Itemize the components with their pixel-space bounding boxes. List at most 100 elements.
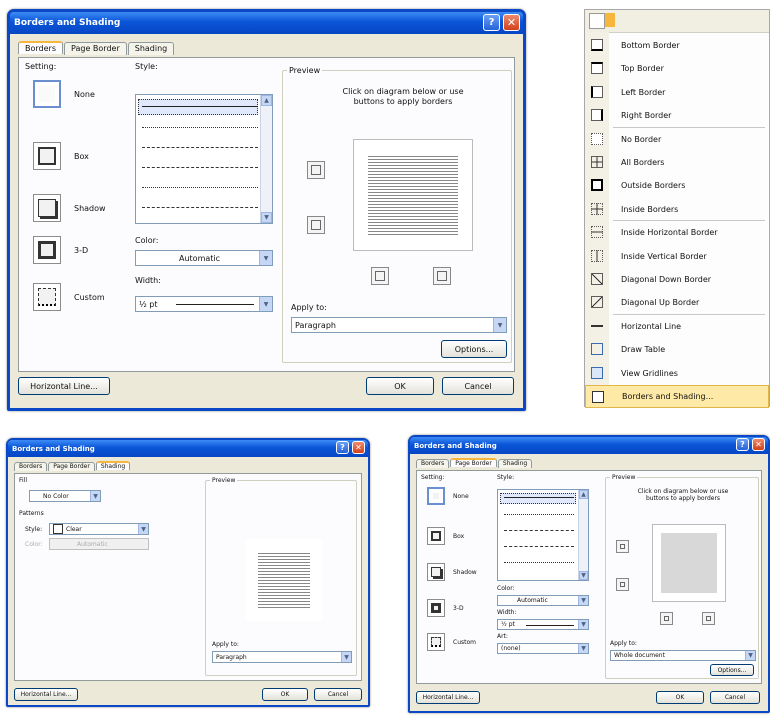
chevron-down-icon[interactable]: ▼ [493,318,506,332]
chevron-down-icon[interactable]: ▼ [578,596,588,605]
style-line-dash-small[interactable] [504,546,574,547]
style-line-solid[interactable] [142,106,258,107]
style-line-dotted[interactable] [142,127,258,128]
apply-to-select[interactable]: Whole document ▼ [610,650,756,661]
tab-borders[interactable]: Borders [14,462,48,471]
right-border-toggle[interactable] [433,267,451,285]
menu-item-top-border[interactable]: Top Border [585,57,769,80]
setting-box[interactable] [33,142,61,170]
menu-item-borders-and-shading[interactable]: Borders and Shading... [585,385,769,408]
options-button[interactable]: Options... [710,664,754,676]
horizontal-line-button[interactable]: Horizontal Line... [416,691,480,704]
chevron-down-icon[interactable]: ▼ [259,297,272,311]
horizontal-line-button[interactable]: Horizontal Line... [14,688,78,701]
tab-borders[interactable]: Borders [18,41,63,54]
setting-shadow[interactable] [427,563,445,581]
left-border-toggle[interactable] [371,267,389,285]
fill-select[interactable]: No Color ▼ [29,490,101,502]
menu-item-left-border[interactable]: Left Border [585,81,769,104]
setting-3d[interactable] [427,599,445,617]
top-border-toggle[interactable] [616,540,629,553]
chevron-down-icon[interactable]: ▼ [745,651,755,660]
menu-item-bottom-border[interactable]: Bottom Border [585,34,769,57]
menu-item-right-border[interactable]: Right Border [585,104,769,127]
bottom-border-toggle[interactable] [307,216,325,234]
chevron-down-icon[interactable]: ▼ [341,652,351,662]
help-button[interactable]: ? [483,14,500,31]
menu-item-view-gridlines[interactable]: View Gridlines [585,362,769,385]
tab-page-border[interactable]: Page Border [450,458,497,467]
width-select[interactable]: ½ pt ▼ [497,619,589,630]
tab-shading[interactable]: Shading [497,459,533,468]
menu-item-inside-vertical-border[interactable]: Inside Vertical Border [585,245,769,268]
preview-diagram[interactable] [353,139,473,251]
art-select[interactable]: (none) ▼ [497,643,589,654]
preview-diagram[interactable] [652,524,726,602]
tab-borders[interactable]: Borders [416,459,450,468]
setting-box[interactable] [427,527,445,545]
style-line-dash-dot-dot[interactable] [142,207,258,208]
style-line-dashed[interactable] [504,530,574,531]
style-line-dashed[interactable] [142,147,258,148]
menu-item-no-border[interactable]: No Border [585,128,769,151]
style-line-dash-small[interactable] [142,167,258,168]
style-line-solid[interactable] [504,497,574,498]
chevron-down-icon[interactable]: ▼ [90,491,100,501]
menu-item-diagonal-down-border[interactable]: Diagonal Down Border [585,268,769,291]
tab-shading[interactable]: Shading [95,461,131,470]
menu-item-draw-table[interactable]: Draw Table [585,338,769,361]
tab-page-border[interactable]: Page Border [64,42,127,55]
dropdown-arrow-icon[interactable] [605,13,615,27]
help-button[interactable]: ? [336,441,349,454]
close-button[interactable]: ✕ [752,438,765,451]
color-select[interactable]: Automatic ▼ [497,595,589,606]
setting-shadow[interactable] [33,194,61,222]
close-button[interactable]: ✕ [352,441,365,454]
tab-page-border[interactable]: Page Border [48,462,95,471]
style-selected-item[interactable] [138,99,258,115]
pattern-color-select[interactable]: Automatic [49,538,149,550]
scroll-down-icon[interactable]: ▼ [579,571,588,580]
apply-to-select[interactable]: Paragraph ▼ [291,317,507,333]
scroll-up-icon[interactable]: ▲ [261,95,272,106]
style-line-dotted[interactable] [504,514,574,515]
style-line-dash-dot[interactable] [504,562,574,563]
ok-button[interactable]: OK [366,377,434,395]
horizontal-line-button[interactable]: Horizontal Line... [18,377,110,395]
setting-none[interactable] [33,80,61,108]
scroll-up-icon[interactable]: ▲ [579,490,588,499]
menu-item-all-borders[interactable]: All Borders [585,151,769,174]
border-button-icon[interactable] [589,13,605,29]
chevron-down-icon[interactable]: ▼ [259,251,272,265]
bottom-border-toggle[interactable] [616,578,629,591]
cancel-button[interactable]: Cancel [314,688,362,701]
menu-item-horizontal-line[interactable]: Horizontal Line [585,315,769,338]
close-button[interactable]: ✕ [503,14,520,31]
style-selected-item[interactable] [500,493,576,504]
menu-item-diagonal-up-border[interactable]: Diagonal Up Border [585,291,769,314]
top-border-toggle[interactable] [307,161,325,179]
tab-shading[interactable]: Shading [127,42,175,55]
setting-none[interactable] [427,487,445,505]
left-border-toggle[interactable] [660,612,673,625]
chevron-down-icon[interactable]: ▼ [138,524,148,534]
setting-3d[interactable] [33,236,61,264]
cancel-button[interactable]: Cancel [442,377,514,395]
style-line-dash-dot[interactable] [142,187,258,188]
setting-custom[interactable] [427,633,445,651]
chevron-down-icon[interactable]: ▼ [578,644,588,653]
menu-item-inside-horizontal-border[interactable]: Inside Horizontal Border [585,221,769,244]
setting-custom[interactable] [33,283,61,311]
color-select[interactable]: Automatic ▼ [135,250,273,266]
options-button[interactable]: Options... [441,340,507,358]
style-scrollbar[interactable]: ▲ ▼ [578,490,588,580]
width-select[interactable]: ½ pt ▼ [135,296,273,312]
scroll-down-icon[interactable]: ▼ [261,212,272,223]
help-button[interactable]: ? [736,438,749,451]
style-list[interactable]: ▲ ▼ [135,94,273,224]
right-border-toggle[interactable] [702,612,715,625]
ok-button[interactable]: OK [656,691,704,704]
menu-item-outside-borders[interactable]: Outside Borders [585,174,769,197]
style-scrollbar[interactable]: ▲ ▼ [260,95,272,223]
pattern-style-select[interactable]: Clear ▼ [49,523,149,535]
